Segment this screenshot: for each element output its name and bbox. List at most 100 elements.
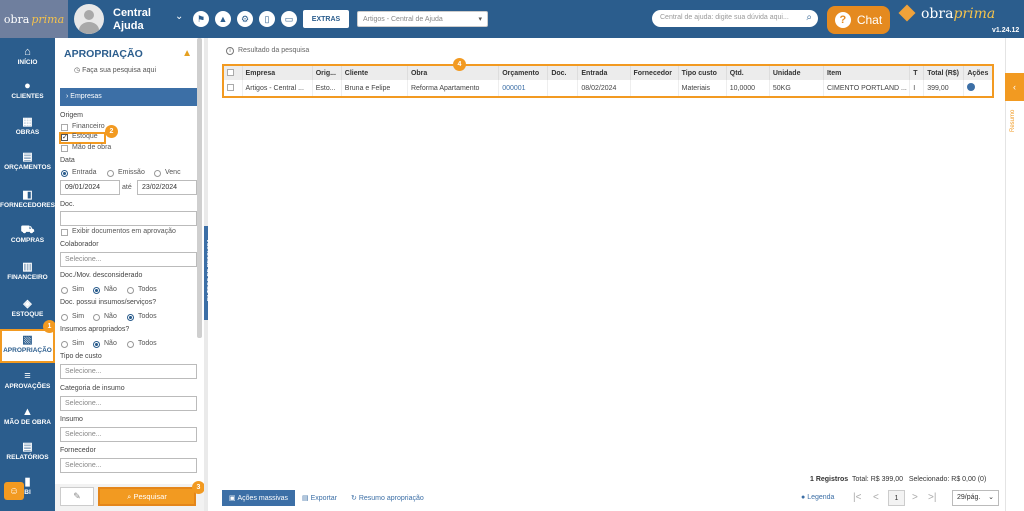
- graduation-cap-icon[interactable]: ▲: [182, 48, 192, 59]
- search-icon[interactable]: ⌕: [806, 12, 812, 23]
- apropriados-sim-radio[interactable]: [61, 341, 68, 348]
- sidebar-item-obras[interactable]: ▦ OBRAS: [0, 113, 55, 147]
- desconsiderado-sim-radio[interactable]: [61, 287, 68, 294]
- graduation-cap-icon[interactable]: ▲: [215, 11, 231, 27]
- desconsiderado-todos-radio[interactable]: [127, 287, 134, 294]
- acoes-massivas-button[interactable]: ▣ Ações massivas: [222, 490, 295, 506]
- data-entrada-radio[interactable]: [61, 170, 68, 177]
- per-page-select[interactable]: 29/pág. ⌄: [952, 490, 999, 506]
- chat-button[interactable]: ? Chat: [827, 6, 890, 34]
- sidebar-item-label: INÍCIO: [17, 59, 38, 66]
- table-cell: [630, 80, 679, 97]
- brand-italic-text: prima: [953, 6, 996, 22]
- origem-estoque-checkbox[interactable]: ✓: [61, 134, 68, 141]
- first-page-icon[interactable]: |<: [853, 492, 861, 503]
- column-header[interactable]: Empresa: [242, 65, 313, 80]
- avatar[interactable]: [74, 4, 104, 34]
- data-emissao-radio[interactable]: [107, 170, 114, 177]
- insumos-servicos-todos-radio[interactable]: [127, 314, 134, 321]
- doc-input[interactable]: [60, 211, 197, 226]
- mobile-icon[interactable]: ▯: [259, 11, 275, 27]
- actions-icon[interactable]: [967, 83, 976, 91]
- empresas-accordion[interactable]: › Empresas: [60, 88, 197, 106]
- total-value: Total: R$ 399,00: [852, 476, 903, 483]
- column-header[interactable]: Orig...: [312, 65, 342, 80]
- origem-mao-obra-checkbox[interactable]: [61, 145, 68, 152]
- colaborador-select[interactable]: Selecione...: [60, 252, 197, 267]
- column-header[interactable]: Unidade: [769, 65, 824, 80]
- sidebar-item-or-amentos[interactable]: ▤ ORÇAMENTOS: [0, 148, 55, 182]
- gear-icon[interactable]: ⚙: [237, 11, 253, 27]
- pesquisar-label: Pesquisar: [133, 492, 167, 501]
- sidebar-item-m-o-de-obra[interactable]: ▲ MÃO DE OBRA: [0, 403, 55, 437]
- exportar-link[interactable]: ▤ Exportar: [302, 494, 337, 502]
- desconsiderado-nao-radio[interactable]: [93, 287, 100, 294]
- app-logo[interactable]: obra prima: [0, 0, 68, 38]
- help-search-input[interactable]: Central de ajuda: digite sua dúvida aqui…: [652, 10, 818, 27]
- resumo-apropriacao-link[interactable]: ↻ Resumo apropriação: [351, 494, 424, 502]
- sidebar-item-apropria-o[interactable]: ▧ APROPRIAÇÃO: [0, 329, 55, 363]
- page-number[interactable]: 1: [888, 490, 905, 506]
- column-header[interactable]: Entrada: [577, 65, 631, 80]
- company-select[interactable]: Artigos - Central de Ajuda ▾: [357, 11, 488, 27]
- column-header[interactable]: Orçamento: [498, 65, 549, 80]
- table-row[interactable]: Artigos - Central ... Esto... Bruna e Feli…: [223, 80, 994, 97]
- chevron-down-icon: ⌄: [988, 494, 994, 501]
- last-page-icon[interactable]: >|: [928, 492, 936, 503]
- avatar-head-icon: [84, 10, 94, 20]
- select-all-checkbox[interactable]: [227, 68, 234, 76]
- row-checkbox[interactable]: [227, 83, 234, 91]
- legenda-link[interactable]: ● Legenda: [801, 494, 834, 501]
- prev-page-icon[interactable]: <: [873, 492, 879, 503]
- sidebar-item-aprova-es[interactable]: ≡ APROVAÇÕES: [0, 367, 55, 401]
- calculator-icon: ▥: [22, 261, 33, 273]
- apropriados-nao-radio[interactable]: [93, 341, 100, 348]
- clear-filters-button[interactable]: ✎: [60, 487, 94, 506]
- table-cell: 08/02/2024: [577, 80, 631, 97]
- data-venc-radio[interactable]: [154, 170, 161, 177]
- column-header[interactable]: Ações: [963, 65, 994, 80]
- column-header[interactable]: Tipo custo: [678, 65, 727, 80]
- column-header[interactable]: T: [909, 65, 925, 80]
- categoria-select[interactable]: Selecione...: [60, 396, 197, 411]
- date-to-input[interactable]: 23/02/2024: [137, 180, 197, 195]
- sidebar-item-relat-rios[interactable]: ▤ RELATÓRIOS: [0, 438, 55, 472]
- panel-scrollbar[interactable]: [197, 38, 202, 338]
- exibir-documentos-checkbox[interactable]: [61, 229, 68, 236]
- tipo-custo-select[interactable]: Selecione...: [60, 364, 197, 379]
- column-header[interactable]: Total (R$): [923, 65, 965, 80]
- sidebar-item-in-cio[interactable]: ⌂ INÍCIO: [0, 43, 55, 77]
- sidebar-item-clientes[interactable]: ● CLIENTES: [0, 77, 55, 111]
- date-from-input[interactable]: 09/01/2024: [60, 180, 120, 195]
- flag-icon[interactable]: ⚑: [193, 11, 209, 27]
- insumo-select[interactable]: Selecione...: [60, 427, 197, 442]
- insumos-servicos-sim-radio[interactable]: [61, 314, 68, 321]
- pesquisar-button[interactable]: ⌕ Pesquisar: [98, 487, 196, 506]
- origem-financeiro-checkbox[interactable]: [61, 124, 68, 131]
- column-header[interactable]: Cliente: [341, 65, 408, 80]
- main-content: [208, 38, 1005, 511]
- user-name[interactable]: Central Ajuda: [113, 7, 171, 33]
- insumo-label: Insumo: [60, 416, 83, 423]
- sidebar-item-financeiro[interactable]: ▥ FINANCEIRO: [0, 258, 55, 292]
- extras-button[interactable]: EXTRAS: [303, 10, 349, 28]
- registros-count: 1 Registros: [810, 476, 849, 483]
- apropriados-todos-radio[interactable]: [127, 341, 134, 348]
- next-page-icon[interactable]: >: [912, 492, 918, 503]
- chevron-down-icon[interactable]: ⌄: [175, 11, 183, 22]
- column-header[interactable]: Qtd.: [726, 65, 770, 80]
- column-header[interactable]: Doc.: [547, 65, 579, 80]
- column-header[interactable]: Fornecedor: [630, 65, 679, 80]
- origem-estoque-label: Estoque: [72, 133, 98, 140]
- resumo-toggle-button[interactable]: ‹: [1005, 73, 1024, 101]
- table-cell[interactable]: 000001: [498, 80, 549, 97]
- sidebar-item-fornecedores[interactable]: ◧ FORNECEDORES: [0, 186, 55, 220]
- fornecedor-label: Fornecedor: [60, 447, 96, 454]
- sidebar-item-compras[interactable]: ⛟ COMPRAS: [0, 221, 55, 255]
- monitor-icon[interactable]: ▭: [281, 11, 297, 27]
- column-header[interactable]: Item: [823, 65, 911, 80]
- support-chat-icon[interactable]: ☺: [4, 482, 24, 500]
- insumos-servicos-nao-radio[interactable]: [93, 314, 100, 321]
- fornecedor-select[interactable]: Selecione...: [60, 458, 197, 473]
- user-icon: ●: [24, 80, 31, 92]
